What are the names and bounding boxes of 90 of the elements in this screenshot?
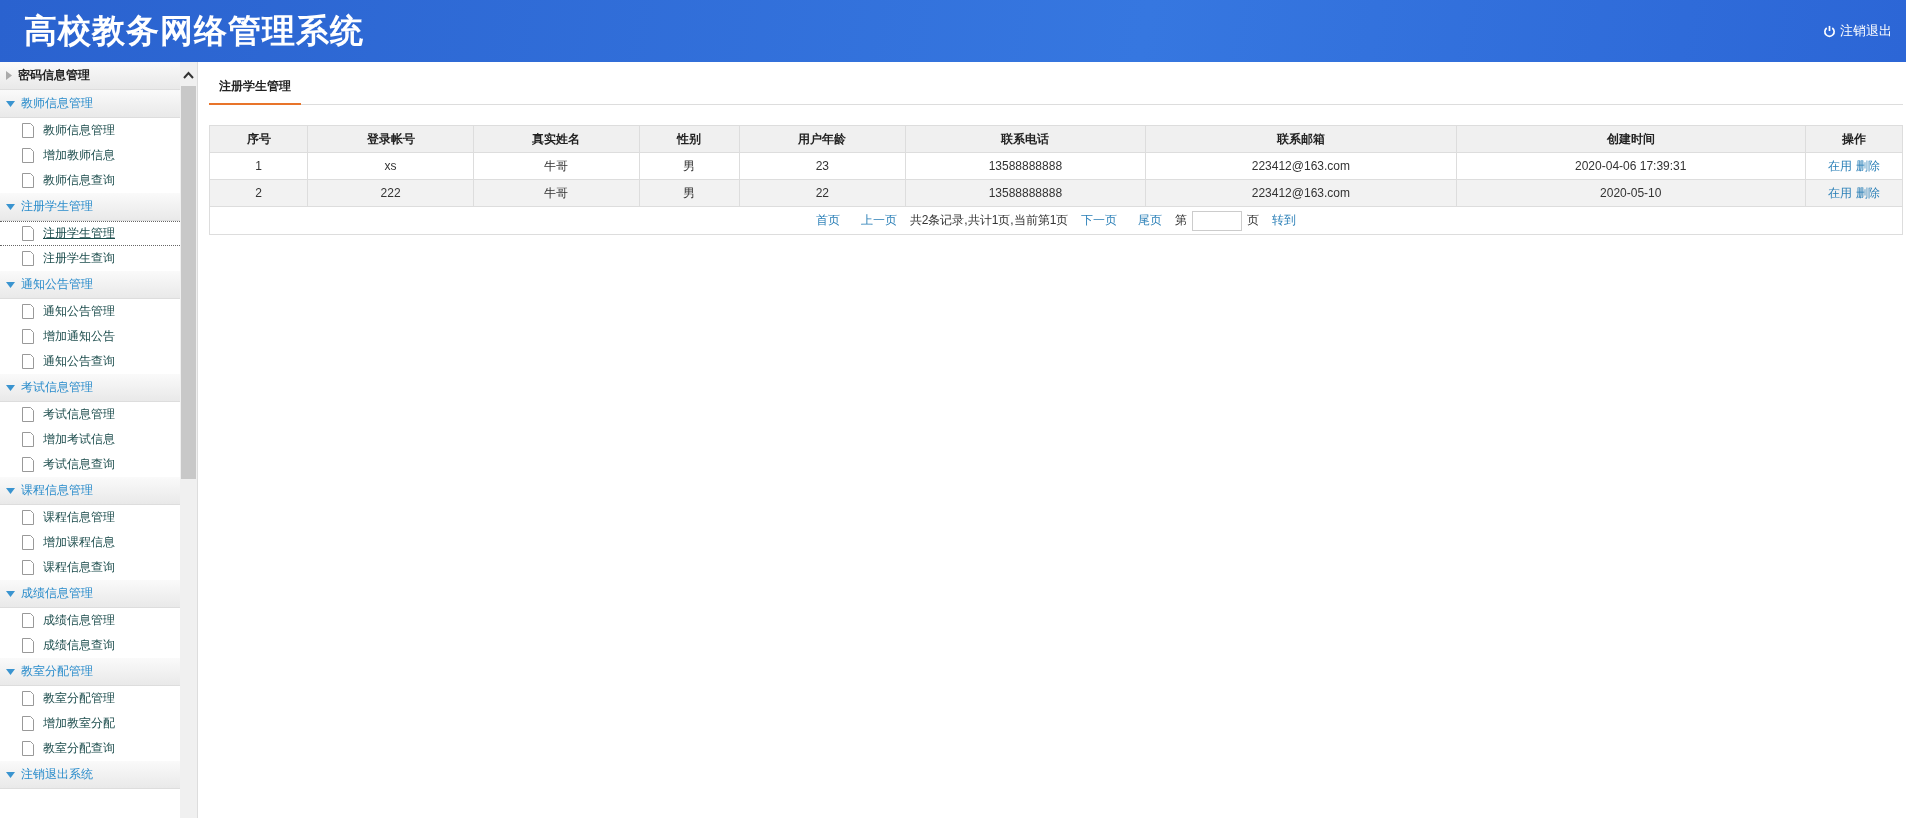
menu-item[interactable]: 教师信息管理 — [43, 122, 115, 139]
menu-group-header[interactable]: 密码信息管理 — [0, 62, 180, 90]
menu-item[interactable]: 教室分配查询 — [43, 740, 115, 757]
document-icon — [22, 457, 34, 472]
table-cell: 2020-05-10 — [1456, 179, 1806, 207]
pager-text: 页 — [1247, 212, 1260, 229]
document-icon — [22, 354, 34, 369]
document-icon — [22, 432, 34, 447]
column-header: 登录帐号 — [307, 125, 474, 153]
action-link[interactable]: 在用 — [1828, 185, 1853, 200]
action-link[interactable]: 在用 — [1828, 158, 1853, 173]
document-icon — [22, 535, 34, 550]
menu-group-header[interactable]: 注册学生管理 — [0, 193, 180, 221]
pager-text: 共2条记录,共计1页,当前第1页 — [909, 212, 1069, 229]
menu-item[interactable]: 成绩信息管理 — [43, 612, 115, 629]
menu-item[interactable]: 教室分配管理 — [43, 690, 115, 707]
document-icon — [22, 407, 34, 422]
table-cell: xs — [307, 152, 474, 180]
table-cell: 男 — [639, 152, 740, 180]
document-icon — [22, 251, 34, 266]
pager-link[interactable]: 上一页 — [860, 212, 897, 229]
menu-item[interactable]: 增加教室分配 — [43, 715, 115, 732]
column-header: 操作 — [1805, 125, 1903, 153]
column-header: 真实姓名 — [473, 125, 640, 153]
document-icon — [22, 304, 34, 319]
table-cell: 13588888888 — [905, 152, 1146, 180]
document-icon — [22, 716, 34, 731]
menu-item[interactable]: 考试信息查询 — [43, 456, 115, 473]
tab[interactable]: 注册学生管理 — [209, 78, 301, 105]
table-cell: 2 — [209, 179, 308, 207]
logout-link[interactable]: 注销退出 — [1840, 22, 1892, 40]
document-icon — [22, 173, 34, 188]
scrollbar[interactable] — [180, 62, 197, 818]
menu-item[interactable]: 注册学生管理 — [43, 225, 115, 242]
document-icon — [22, 613, 34, 628]
table-cell: 23 — [739, 152, 906, 180]
menu-item[interactable]: 增加课程信息 — [43, 534, 115, 551]
action-link[interactable]: 删除 — [1855, 158, 1880, 173]
document-icon — [22, 510, 34, 525]
menu-item[interactable]: 考试信息管理 — [43, 406, 115, 423]
document-icon — [22, 638, 34, 653]
table-cell: 牛哥 — [473, 179, 640, 207]
document-icon — [22, 123, 34, 138]
pager-link[interactable]: 转到 — [1272, 212, 1297, 229]
menu-item[interactable]: 课程信息查询 — [43, 559, 115, 576]
menu-item[interactable]: 增加教师信息 — [43, 147, 115, 164]
document-icon — [22, 691, 34, 706]
document-icon — [22, 741, 34, 756]
menu-item[interactable]: 课程信息管理 — [43, 509, 115, 526]
menu-group-header[interactable]: 教师信息管理 — [0, 90, 180, 118]
document-icon — [22, 226, 34, 241]
menu-item[interactable]: 增加考试信息 — [43, 431, 115, 448]
pager-link[interactable]: 尾页 — [1138, 212, 1163, 229]
menu-group-header[interactable]: 通知公告管理 — [0, 271, 180, 299]
action-link[interactable]: 删除 — [1855, 185, 1880, 200]
document-icon — [22, 148, 34, 163]
table-cell: 223412@163.com — [1145, 152, 1457, 180]
menu-item[interactable]: 增加通知公告 — [43, 328, 115, 345]
menu-item[interactable]: 注册学生查询 — [43, 250, 115, 267]
app-title: 高校教务网络管理系统 — [24, 10, 365, 51]
table-cell: 牛哥 — [473, 152, 640, 180]
column-header: 用户年龄 — [739, 125, 906, 153]
table-cell: 2020-04-06 17:39:31 — [1456, 152, 1806, 180]
table-cell: 男 — [639, 179, 740, 207]
pager-link[interactable]: 下一页 — [1081, 212, 1118, 229]
pager-link[interactable]: 首页 — [815, 212, 840, 229]
menu-group-header[interactable]: 考试信息管理 — [0, 374, 180, 402]
menu-item[interactable]: 通知公告管理 — [43, 303, 115, 320]
menu-item[interactable]: 教师信息查询 — [43, 172, 115, 189]
pager-text: 第 — [1175, 212, 1188, 229]
table-cell: 223412@163.com — [1145, 179, 1457, 207]
menu-group-header[interactable]: 成绩信息管理 — [0, 580, 180, 608]
menu-item[interactable]: 成绩信息查询 — [43, 637, 115, 654]
column-header: 联系电话 — [905, 125, 1146, 153]
page-number-field[interactable] — [1192, 210, 1243, 231]
column-header: 联系邮箱 — [1145, 125, 1457, 153]
column-header: 序号 — [209, 125, 308, 153]
menu-item[interactable]: 通知公告查询 — [43, 353, 115, 370]
power-icon[interactable] — [1823, 24, 1836, 38]
table-cell: 1 — [209, 152, 308, 180]
column-header: 创建时间 — [1456, 125, 1806, 153]
document-icon — [22, 560, 34, 575]
document-icon — [22, 329, 34, 344]
table-cell: 22 — [739, 179, 906, 207]
table-cell: 13588888888 — [905, 179, 1146, 207]
menu-group-header[interactable]: 课程信息管理 — [0, 477, 180, 505]
menu-group-header[interactable]: 教室分配管理 — [0, 658, 180, 686]
table-cell: 222 — [307, 179, 474, 207]
scrollbar-thumb[interactable] — [181, 86, 196, 479]
column-header: 性别 — [639, 125, 740, 153]
